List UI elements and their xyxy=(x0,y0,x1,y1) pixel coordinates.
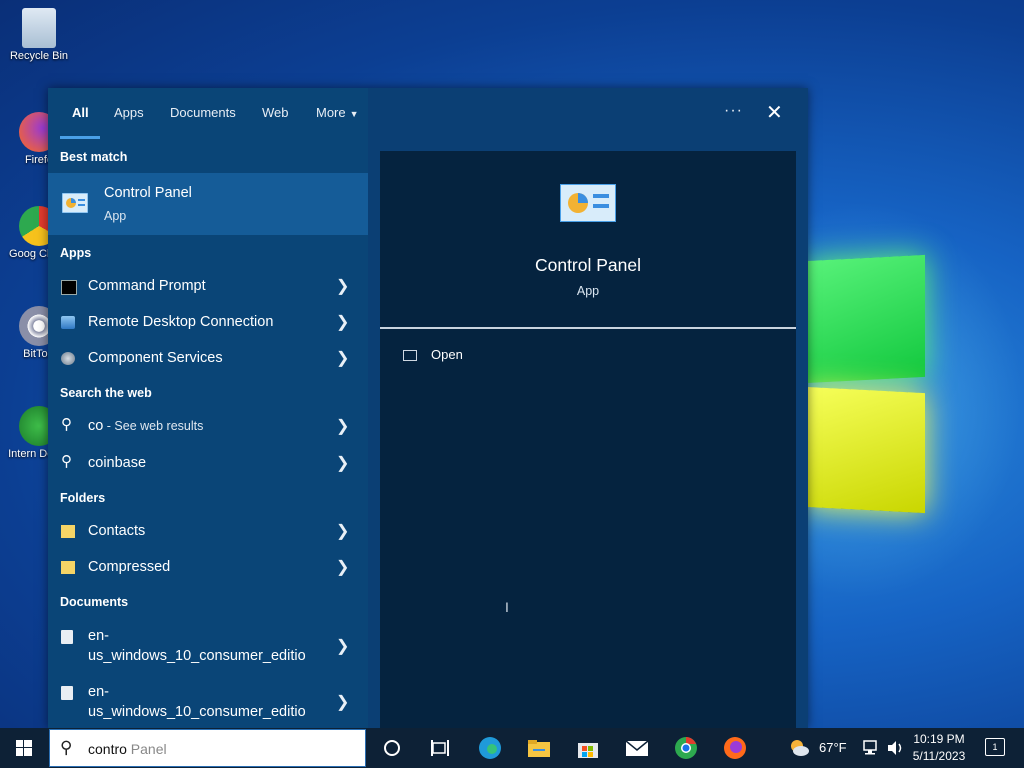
result-web-coinbase[interactable]: ⚲ coinbase ❯ xyxy=(48,445,368,481)
file-explorer-icon[interactable] xyxy=(527,736,551,760)
search-text: contro Panel xyxy=(88,741,167,757)
document-name-line2: us_windows_10_consumer_editio xyxy=(88,648,306,664)
chevron-right-icon[interactable]: ❯ xyxy=(336,312,349,332)
chevron-right-icon[interactable]: ❯ xyxy=(336,276,349,296)
clock-time: 10:19 PM xyxy=(913,732,965,746)
windows-start-icon[interactable] xyxy=(0,728,48,768)
edge-icon[interactable] xyxy=(478,736,502,760)
document-icon xyxy=(61,630,73,644)
documents-heading: Documents xyxy=(60,595,129,609)
desktop-icon-label: Recycle Bin xyxy=(9,50,69,62)
store-icon[interactable] xyxy=(576,736,600,760)
firefox-icon[interactable] xyxy=(723,736,747,760)
weather-icon[interactable] xyxy=(787,736,811,760)
desktop-icon-recycle-bin[interactable]: Recycle Bin xyxy=(4,8,74,62)
notification-center-icon[interactable]: 1 xyxy=(985,738,1005,756)
result-folder-compressed[interactable]: Compressed ❯ xyxy=(48,549,368,585)
web-result-text: co - See web results xyxy=(88,418,203,434)
chevron-right-icon[interactable]: ❯ xyxy=(336,348,349,368)
caret-down-icon: ▼ xyxy=(349,109,359,119)
notification-count: 1 xyxy=(992,742,998,752)
search-icon: ⚲ xyxy=(61,453,72,470)
search-autocomplete-hint: Panel xyxy=(126,741,167,757)
result-document[interactable]: en- us_windows_10_consumer_editio ❯ xyxy=(48,674,368,730)
open-label: Open xyxy=(431,347,463,362)
network-icon[interactable] xyxy=(860,736,884,760)
detail-divider xyxy=(380,327,796,329)
open-icon xyxy=(403,350,417,362)
ellipsis-icon[interactable]: ··· xyxy=(724,102,743,120)
taskbar: ⚲ contro Panel 67°F 10:19 PM 5/11/2023 1 xyxy=(0,728,1024,768)
cortana-icon[interactable] xyxy=(380,736,404,760)
open-action[interactable]: Open xyxy=(403,347,463,362)
chevron-right-icon[interactable]: ❯ xyxy=(336,416,349,436)
control-panel-icon xyxy=(62,193,88,213)
search-tabs: All Apps Documents Web More ▼ ··· ✕ xyxy=(48,88,808,139)
close-icon[interactable]: ✕ xyxy=(766,100,783,125)
search-icon: ⚲ xyxy=(61,416,72,433)
tab-all[interactable]: All xyxy=(72,105,89,120)
weather-temperature[interactable]: 67°F xyxy=(819,740,847,755)
chevron-right-icon[interactable]: ❯ xyxy=(336,521,349,541)
remote-desktop-icon xyxy=(61,316,75,329)
document-name-line1: en- xyxy=(88,628,109,644)
search-web-heading: Search the web xyxy=(60,386,152,400)
best-match-title: Control Panel xyxy=(104,185,192,201)
active-tab-indicator xyxy=(60,136,100,139)
chevron-right-icon[interactable]: ❯ xyxy=(336,636,349,656)
mail-icon[interactable] xyxy=(625,736,649,760)
chevron-right-icon[interactable]: ❯ xyxy=(336,692,349,712)
document-name-line2: us_windows_10_consumer_editio xyxy=(88,704,306,720)
result-component-services[interactable]: Component Services ❯ xyxy=(48,340,368,376)
result-label: Compressed xyxy=(88,559,171,575)
tab-more-label: More xyxy=(316,105,346,120)
search-typed: contro xyxy=(88,741,127,757)
clock-date: 5/11/2023 xyxy=(912,749,966,763)
wallpaper-logo-pane xyxy=(805,254,925,384)
result-label: Remote Desktop Connection xyxy=(88,314,274,330)
tab-web[interactable]: Web xyxy=(262,105,289,120)
search-icon: ⚲ xyxy=(60,738,73,757)
recycle-bin-icon xyxy=(22,8,56,48)
command-prompt-icon xyxy=(61,280,77,295)
task-view-icon[interactable] xyxy=(428,736,452,760)
result-folder-contacts[interactable]: Contacts ❯ xyxy=(48,513,368,549)
taskbar-search-input[interactable]: ⚲ contro Panel xyxy=(49,729,366,767)
result-document[interactable]: en- us_windows_10_consumer_editio ❯ xyxy=(48,618,368,674)
search-menu: All Apps Documents Web More ▼ ··· ✕ Best … xyxy=(48,88,808,728)
result-label: coinbase xyxy=(88,455,147,471)
result-label: Command Prompt xyxy=(88,278,206,294)
result-web-co[interactable]: ⚲ co - See web results ❯ xyxy=(48,408,368,444)
apps-heading: Apps xyxy=(60,246,92,260)
wallpaper-logo-pane xyxy=(805,386,925,514)
tab-apps[interactable]: Apps xyxy=(114,105,144,120)
folder-icon xyxy=(61,525,75,538)
best-match-item[interactable]: Control Panel App xyxy=(48,173,368,235)
text-cursor-icon: I xyxy=(505,599,509,615)
chrome-icon[interactable] xyxy=(674,736,698,760)
component-services-icon xyxy=(61,352,75,365)
control-panel-icon xyxy=(560,184,616,222)
web-query: co xyxy=(88,418,104,434)
result-label: Contacts xyxy=(88,523,146,539)
folder-icon xyxy=(61,561,75,574)
tab-documents[interactable]: Documents xyxy=(170,105,236,120)
folders-heading: Folders xyxy=(60,491,106,505)
detail-pane: Control Panel App Open I xyxy=(380,151,796,728)
result-label: Component Services xyxy=(88,350,223,366)
detail-subtitle: App xyxy=(576,284,600,298)
chevron-right-icon[interactable]: ❯ xyxy=(336,557,349,577)
best-match-heading: Best match xyxy=(60,150,128,164)
clock[interactable]: 10:19 PM 5/11/2023 xyxy=(904,731,974,765)
result-command-prompt[interactable]: Command Prompt ❯ xyxy=(48,268,368,304)
tab-more[interactable]: More ▼ xyxy=(316,105,359,120)
document-name-line1: en- xyxy=(88,684,109,700)
result-remote-desktop[interactable]: Remote Desktop Connection ❯ xyxy=(48,304,368,340)
chevron-right-icon[interactable]: ❯ xyxy=(336,453,349,473)
detail-title: Control Panel xyxy=(534,255,642,275)
best-match-subtitle: App xyxy=(104,209,127,223)
web-query-suffix: - See web results xyxy=(103,419,204,433)
disc-image-icon xyxy=(61,686,73,700)
